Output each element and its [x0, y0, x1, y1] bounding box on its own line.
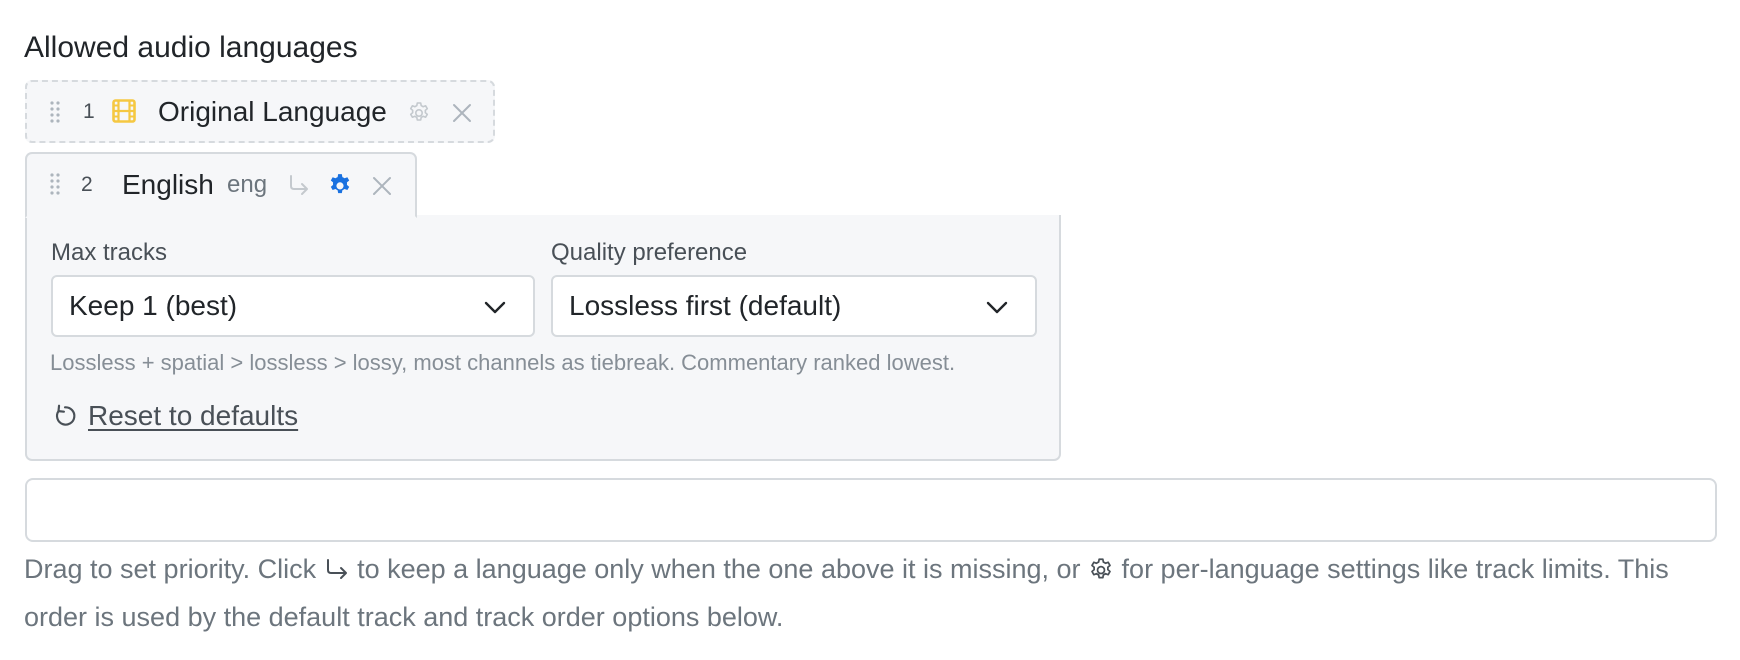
- reset-icon: [55, 404, 76, 426]
- quality-preference-value: Lossless first (default): [569, 290, 842, 321]
- language-name: English: [122, 169, 214, 200]
- add-language-input[interactable]: [25, 478, 1717, 542]
- help-text-part: Drag to set priority. Click: [24, 554, 324, 584]
- section-title: Allowed audio languages: [24, 31, 358, 64]
- gear-icon[interactable]: [327, 172, 353, 198]
- gear-icon[interactable]: [407, 100, 431, 124]
- quality-preference-select[interactable]: Lossless first (default): [551, 275, 1037, 337]
- max-tracks-label: Max tracks: [51, 239, 168, 266]
- help-text-part: to keep a language only when the one abo…: [349, 554, 1089, 584]
- max-tracks-value: Keep 1 (best): [69, 290, 238, 321]
- close-icon[interactable]: [372, 176, 392, 196]
- chevron-down-icon: [484, 301, 506, 314]
- priority-help-text: Drag to set priority. Click to keep a la…: [24, 545, 1724, 641]
- language-chip-english[interactable]: 2 English eng: [25, 152, 417, 218]
- language-priority-number: 1: [83, 99, 95, 123]
- language-name: Original Language: [158, 95, 387, 127]
- quality-help-text: Lossless + spatial > lossless > lossy, m…: [50, 350, 956, 375]
- language-code: eng: [227, 171, 268, 198]
- max-tracks-select[interactable]: Keep 1 (best): [51, 275, 535, 337]
- quality-preference-label: Quality preference: [551, 239, 748, 266]
- reset-defaults-label: Reset to defaults: [88, 400, 299, 431]
- reset-defaults-link[interactable]: Reset to defaults: [52, 400, 298, 432]
- chevron-down-icon: [986, 301, 1008, 314]
- drag-handle-icon[interactable]: [49, 172, 61, 198]
- drag-handle-icon[interactable]: [49, 100, 61, 126]
- film-icon: [112, 99, 136, 123]
- fallback-arrow-icon: [326, 559, 347, 579]
- language-priority-number: 2: [81, 173, 93, 196]
- close-icon[interactable]: [452, 103, 472, 123]
- language-chip-original[interactable]: 1 Original Language: [25, 80, 495, 143]
- fallback-arrow-icon[interactable]: [287, 173, 311, 197]
- gear-icon: [1091, 558, 1111, 579]
